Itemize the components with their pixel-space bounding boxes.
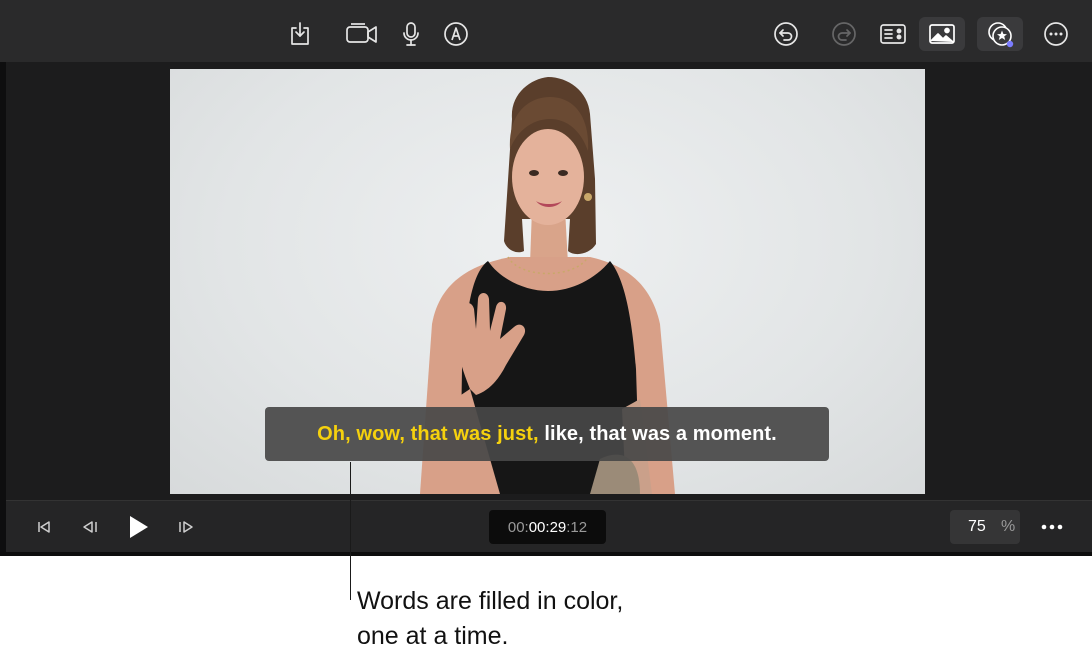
zoom-value: 75 (968, 518, 986, 535)
app-window: Oh, wow, that was just, like, that was a… (0, 0, 1092, 556)
camera-button[interactable] (343, 16, 381, 52)
toolbar (0, 0, 1092, 63)
step-forward-icon (179, 521, 193, 533)
undo-icon (774, 22, 798, 46)
import-button[interactable] (282, 16, 318, 52)
inspector-button[interactable] (875, 16, 911, 52)
play-icon (130, 516, 148, 538)
callout-line (350, 462, 351, 600)
go-to-start-button[interactable] (30, 513, 58, 541)
ellipsis-icon (1041, 524, 1063, 530)
camera-icon (346, 23, 377, 43)
photos-icon (929, 24, 955, 44)
timecode-display[interactable]: 00: 00:29:12 (489, 510, 606, 544)
effects-icon (988, 22, 1014, 48)
microphone-icon (403, 22, 419, 46)
transport-bar: 00: 00:29:12 75 % (6, 500, 1092, 553)
zoom-unit: % (1001, 518, 1016, 535)
caption-overlay[interactable]: Oh, wow, that was just, like, that was a… (265, 407, 829, 461)
zoom-field[interactable]: 75 % (950, 510, 1020, 544)
more-icon (1044, 22, 1068, 46)
viewer-more-button[interactable] (1036, 513, 1068, 541)
redo-icon (832, 22, 856, 46)
caption-remaining-words: like, that was a moment. (538, 422, 777, 445)
effects-button[interactable] (977, 17, 1023, 51)
markup-icon (444, 22, 468, 46)
voiceover-button[interactable] (393, 16, 429, 52)
timecode-hours: 00: (507, 518, 529, 536)
timecode-minutes-seconds: 00:29 (528, 518, 567, 536)
callout-line-2: one at a time. (357, 622, 509, 650)
step-back-icon (83, 521, 97, 533)
next-frame-button[interactable] (172, 513, 200, 541)
markup-button[interactable] (438, 16, 474, 52)
callout-text: Words are filled in color, one at a time… (357, 584, 757, 654)
more-options-button[interactable] (1038, 16, 1074, 52)
bottom-edge (0, 552, 1092, 556)
caption-highlighted-words: Oh, wow, that was just, (317, 422, 539, 445)
callout-line-1: Words are filled in color, (357, 587, 624, 615)
redo-button[interactable] (826, 16, 862, 52)
timecode-frames: :12 (566, 518, 588, 536)
skip-to-start-icon (38, 521, 50, 533)
inspector-icon (880, 24, 906, 44)
photos-button[interactable] (919, 17, 965, 51)
import-icon (291, 22, 309, 45)
undo-button[interactable] (768, 16, 804, 52)
previous-frame-button[interactable] (76, 513, 104, 541)
play-button[interactable] (124, 513, 152, 541)
